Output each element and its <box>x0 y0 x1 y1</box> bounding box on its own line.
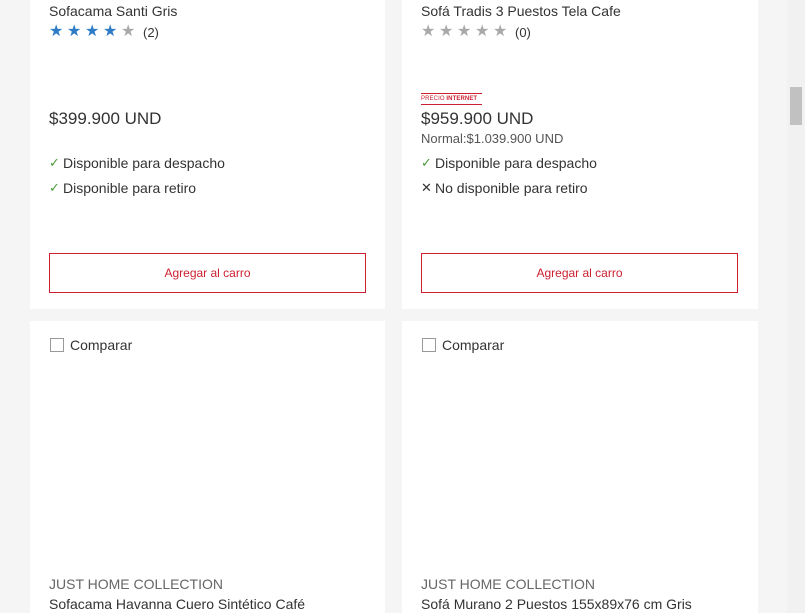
scrollbar[interactable] <box>787 0 805 613</box>
product-title[interactable]: Sofá Murano 2 Puestos 155x89x76 cm Gris <box>421 596 692 612</box>
compare-checkbox[interactable]: Comparar <box>50 337 132 353</box>
product-card[interactable]: Comparar JUST HOME COLLECTION Sofá Muran… <box>402 321 758 613</box>
star-icon: ★ <box>457 23 472 40</box>
scrollbar-thumb[interactable] <box>790 87 802 125</box>
product-brand: JUST HOME COLLECTION <box>421 576 595 592</box>
star-icon: ★ <box>85 23 100 40</box>
internet-price-badge: PRECIO INTERNET <box>421 93 482 105</box>
compare-label[interactable]: Comparar <box>70 337 132 353</box>
product-title[interactable]: Sofá Tradis 3 Puestos Tela Cafe <box>421 3 621 19</box>
compare-label[interactable]: Comparar <box>442 337 504 353</box>
product-price: $959.900 UND <box>421 109 534 128</box>
review-count: (0) <box>515 24 531 40</box>
check-icon: ✓ <box>421 155 432 170</box>
star-icon: ★ <box>421 23 436 40</box>
product-card[interactable]: Sofacama Santi Gris ★ ★ ★ ★ ★ (2) $399.9… <box>30 0 385 309</box>
product-rating[interactable]: ★ ★ ★ ★ ★ (2) <box>49 23 159 41</box>
product-title[interactable]: Sofacama Havanna Cuero Sintético Café <box>49 596 305 612</box>
compare-checkbox[interactable]: Comparar <box>422 337 504 353</box>
product-price: $399.900 UND <box>49 109 162 128</box>
checkbox-box[interactable] <box>50 338 64 352</box>
retiro-label: No disponible para retiro <box>435 180 588 196</box>
add-to-cart-button[interactable]: Agregar al carro <box>421 253 738 293</box>
star-icon: ★ <box>475 23 490 40</box>
despacho-label: Disponible para despacho <box>63 155 225 171</box>
check-icon: ✓ <box>49 180 60 195</box>
add-to-cart-button[interactable]: Agregar al carro <box>49 253 366 293</box>
star-icon: ★ <box>439 23 454 40</box>
retiro-label: Disponible para retiro <box>63 180 197 196</box>
despacho-availability: ✓ Disponible para despacho <box>49 155 225 171</box>
product-title[interactable]: Sofacama Santi Gris <box>49 3 177 19</box>
star-icon: ★ <box>103 23 118 40</box>
product-card[interactable]: Sofá Tradis 3 Puestos Tela Cafe ★ ★ ★ ★ … <box>402 0 758 309</box>
retiro-availability: ✓ Disponible para retiro <box>49 180 196 196</box>
badge-prefix: PRECIO <box>421 96 445 102</box>
star-icon: ★ <box>49 23 64 40</box>
star-icon: ★ <box>121 23 136 40</box>
review-count: (2) <box>143 24 159 40</box>
product-card[interactable]: Comparar JUST HOME COLLECTION Sofacama H… <box>30 321 385 613</box>
checkbox-box[interactable] <box>422 338 436 352</box>
despacho-availability: ✓ Disponible para despacho <box>421 155 597 171</box>
badge-strong: INTERNET <box>446 96 478 102</box>
check-icon: ✓ <box>49 155 60 170</box>
normal-price: Normal:$1.039.900 UND <box>421 131 564 146</box>
star-icon: ★ <box>67 23 82 40</box>
close-icon: ✕ <box>421 180 432 195</box>
star-icon: ★ <box>493 23 508 40</box>
product-rating[interactable]: ★ ★ ★ ★ ★ (0) <box>421 23 531 41</box>
product-brand: JUST HOME COLLECTION <box>49 576 223 592</box>
retiro-availability: ✕ No disponible para retiro <box>421 180 588 196</box>
despacho-label: Disponible para despacho <box>435 155 597 171</box>
